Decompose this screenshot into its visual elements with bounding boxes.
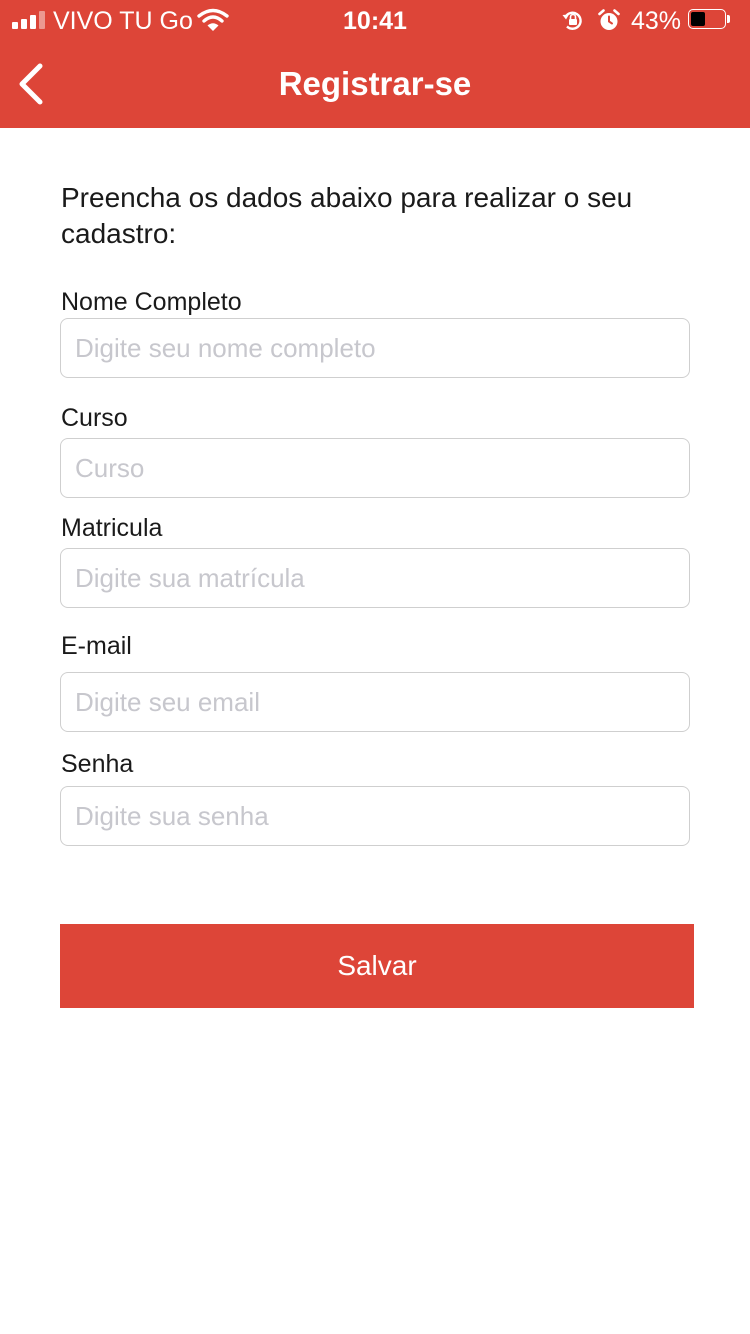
password-label: Senha bbox=[61, 750, 134, 778]
form-instructions: Preencha os dados abaixo para realizar o… bbox=[61, 182, 633, 249]
registration-number-input[interactable] bbox=[60, 548, 690, 608]
email-input[interactable] bbox=[60, 672, 690, 732]
email-label: E-mail bbox=[61, 632, 132, 660]
course-label: Curso bbox=[61, 404, 128, 432]
course-input[interactable] bbox=[60, 438, 690, 498]
battery-percentage: 43% bbox=[631, 7, 682, 35]
password-input[interactable] bbox=[60, 786, 690, 846]
status-bar: VIVO TU Go 10:41 43% bbox=[0, 0, 750, 40]
navigation-bar: Registrar-se bbox=[0, 40, 750, 128]
save-button[interactable]: Salvar bbox=[60, 924, 694, 1008]
page-title: Registrar-se bbox=[278, 65, 472, 102]
full-name-input[interactable] bbox=[60, 318, 690, 378]
app-header: VIVO TU Go 10:41 43% Registrar-se bbox=[0, 0, 750, 128]
battery-icon bbox=[688, 9, 732, 31]
rotation-lock-icon bbox=[562, 11, 582, 30]
alarm-icon bbox=[598, 9, 620, 30]
full-name-label: Nome Completo bbox=[61, 288, 242, 316]
registration-number-label: Matricula bbox=[61, 514, 163, 542]
